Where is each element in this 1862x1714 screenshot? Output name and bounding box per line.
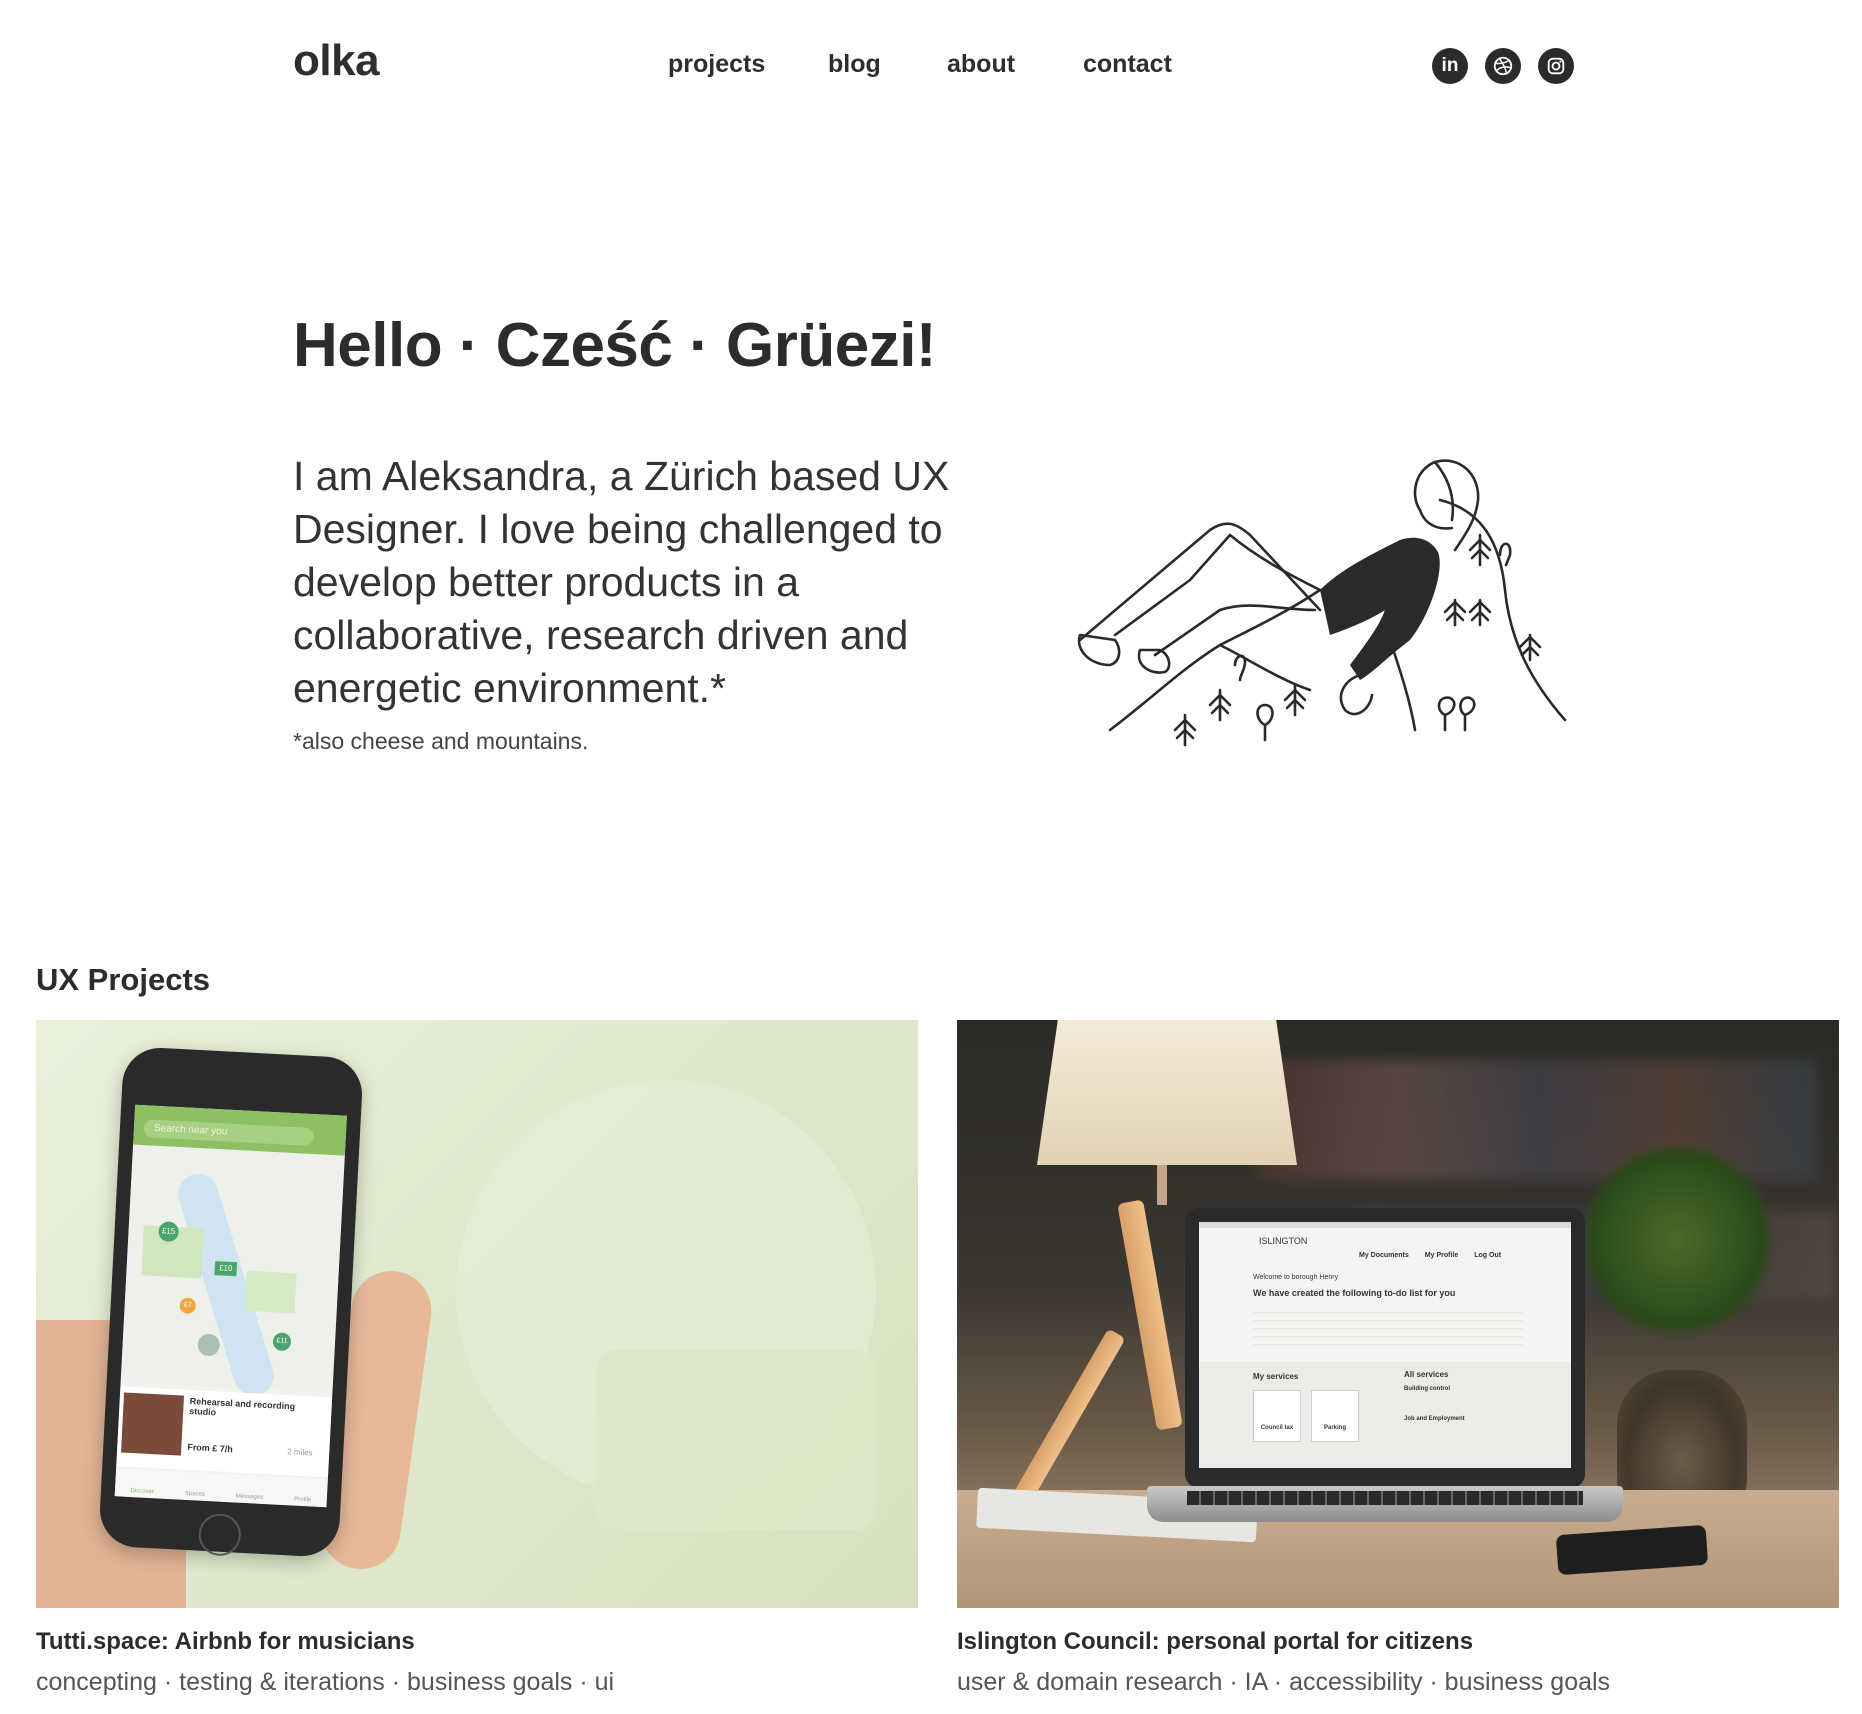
tab-spaces[interactable]: Spaces (185, 1491, 205, 1498)
laptop-base (1147, 1486, 1623, 1522)
laptop-on-desk-image: ISLINGTON My Documents My Profile Log Ou… (957, 1020, 1839, 1608)
laptop-screen: ISLINGTON My Documents My Profile Log Ou… (1185, 1208, 1585, 1488)
laptop-my-services: My services (1253, 1372, 1299, 1381)
hero-title: Hello · Cześć · Grüezi! (293, 311, 937, 380)
price-pin: £10 (214, 1261, 238, 1277)
listing-price: From £ 7/h (187, 1441, 234, 1455)
woman-on-mountain-illustration (1077, 459, 1567, 747)
nav-projects[interactable]: projects (668, 50, 765, 79)
laptop-all-services: All services (1404, 1370, 1449, 1379)
nav-blog[interactable]: blog (828, 50, 881, 79)
project-card-tutti[interactable]: Search near you £15 £10 £7 £11 Rehearsal… (36, 1020, 918, 1608)
service-council-tax: Council tax (1253, 1390, 1301, 1442)
site-header: olka projects blog about contact in (0, 0, 1862, 130)
projects-section-title: UX Projects (36, 962, 211, 997)
dribbble-link[interactable] (1485, 48, 1521, 84)
phone-with-map-app-image: Search near you £15 £10 £7 £11 Rehearsal… (36, 1020, 918, 1608)
laptop-welcome: Welcome to borough Henry (1253, 1274, 1339, 1281)
laptop-nav-profile: My Profile (1424, 1252, 1459, 1259)
site-logo[interactable]: olka (293, 36, 380, 86)
nav-about[interactable]: about (947, 50, 1015, 79)
islington-logo: ISLINGTON (1259, 1236, 1308, 1246)
project-tags-tutti: concepting · testing & iterations · busi… (36, 1668, 615, 1696)
instagram-link[interactable] (1538, 48, 1574, 84)
project-title-tutti[interactable]: Tutti.space: Airbnb for musicians (36, 1628, 415, 1656)
hero-intro: I am Aleksandra, a Zürich based UX Desig… (293, 453, 950, 711)
price-pin: £11 (272, 1332, 292, 1352)
hero-footnote: *also cheese and mountains. (293, 728, 589, 754)
instagram-icon (1547, 57, 1565, 75)
laptop-nav-logout: Log Out (1474, 1252, 1502, 1259)
laptop-nav-documents: My Documents (1359, 1252, 1409, 1259)
dribbble-icon (1493, 56, 1513, 76)
listing-card[interactable]: Rehearsal and recording studio From £ 7/… (116, 1386, 333, 1478)
service-parking: Parking (1311, 1390, 1359, 1442)
linkedin-icon: in (1441, 55, 1459, 76)
nav-contact[interactable]: contact (1083, 50, 1172, 79)
laptop-todo-title: We have created the following to-do list… (1253, 1288, 1456, 1298)
price-pin: £7 (179, 1297, 197, 1315)
listing-distance: 2 miles (287, 1447, 313, 1458)
project-tags-islington: user & domain research · IA · accessibil… (957, 1668, 1611, 1696)
linkedin-link[interactable]: in (1432, 48, 1468, 84)
tab-profile[interactable]: Profile (294, 1497, 311, 1504)
tab-discover[interactable]: Discover (130, 1488, 154, 1495)
listing-title: Rehearsal and recording studio (188, 1395, 296, 1418)
project-card-islington[interactable]: ISLINGTON My Documents My Profile Log Ou… (957, 1020, 1839, 1608)
project-title-islington[interactable]: Islington Council: personal portal for c… (957, 1628, 1473, 1656)
laptop-building-control: Building control (1404, 1386, 1450, 1392)
tab-messages[interactable]: Messages (236, 1494, 264, 1501)
laptop-jobs: Job and Employment (1404, 1416, 1465, 1422)
